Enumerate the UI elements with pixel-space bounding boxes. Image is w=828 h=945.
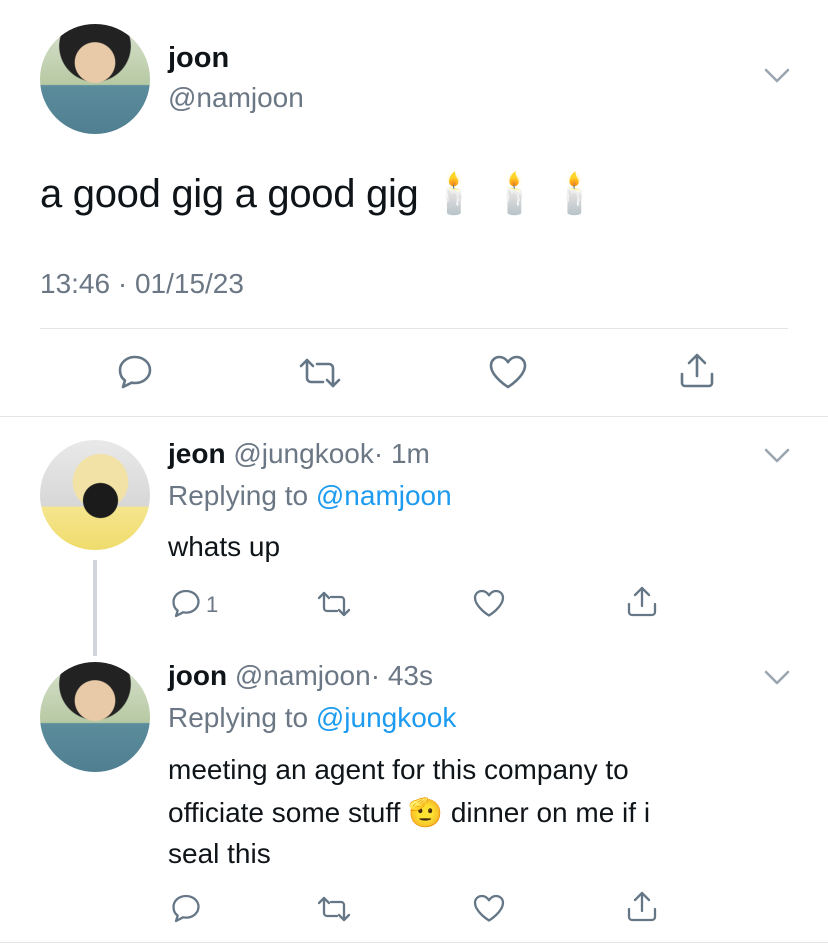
author-name[interactable]: joon xyxy=(168,42,229,75)
reply-icon[interactable] xyxy=(170,893,202,923)
replying-to: Replying to @namjoon xyxy=(168,480,452,512)
replying-to: Replying to @jungkook xyxy=(168,702,456,734)
reply-text-line: meeting an agent for this company to xyxy=(168,754,629,785)
mention-link[interactable]: @jungkook xyxy=(316,702,457,733)
author-handle[interactable]: @namjoon xyxy=(235,660,371,691)
thread-line xyxy=(93,560,97,656)
author-handle[interactable]: @jungkook xyxy=(233,438,374,469)
reply-count: 1 xyxy=(206,592,219,617)
reply-time: · 1m xyxy=(373,438,430,469)
avatar[interactable] xyxy=(40,440,150,550)
reply-text: whats up xyxy=(168,531,281,562)
chevron-down-icon[interactable] xyxy=(764,670,790,686)
replying-to-label: Replying to xyxy=(168,480,316,511)
share-icon[interactable] xyxy=(678,352,716,390)
replying-to-label: Replying to xyxy=(168,702,316,733)
author-handle[interactable]: @namjoon xyxy=(168,82,304,114)
author-name[interactable]: jeon xyxy=(168,438,226,469)
tweet-text: a good gig a good gig 🕯️ 🕯️ 🕯️ xyxy=(40,172,600,216)
heart-icon[interactable] xyxy=(472,588,506,618)
author-name[interactable]: joon xyxy=(168,660,227,691)
tweet-timestamp: 13:46 · 01/15/23 xyxy=(40,268,244,299)
chevron-down-icon[interactable] xyxy=(764,448,790,464)
avatar[interactable] xyxy=(40,24,150,134)
divider xyxy=(0,416,828,417)
avatar[interactable] xyxy=(40,662,150,772)
divider xyxy=(40,328,788,329)
heart-icon[interactable] xyxy=(472,893,506,923)
reply-header: jeon @jungkook· 1m xyxy=(168,438,430,470)
share-icon[interactable] xyxy=(626,891,658,923)
reply-icon[interactable] xyxy=(116,354,154,390)
reply-time: · 43s xyxy=(370,660,433,691)
heart-icon[interactable] xyxy=(488,354,528,390)
reply-header: joon @namjoon· 43s xyxy=(168,660,433,692)
share-icon[interactable] xyxy=(626,586,658,618)
retweet-icon[interactable] xyxy=(298,356,342,390)
mention-link[interactable]: @namjoon xyxy=(316,480,452,511)
retweet-icon[interactable] xyxy=(316,590,352,618)
chevron-down-icon[interactable] xyxy=(764,68,790,84)
reply-icon[interactable] xyxy=(170,588,202,618)
reply-text-line: officiate some stuff 🫡 dinner on me if i xyxy=(168,797,651,828)
divider xyxy=(0,942,828,943)
retweet-icon[interactable] xyxy=(316,895,352,923)
reply-text-line: seal this xyxy=(168,838,271,869)
